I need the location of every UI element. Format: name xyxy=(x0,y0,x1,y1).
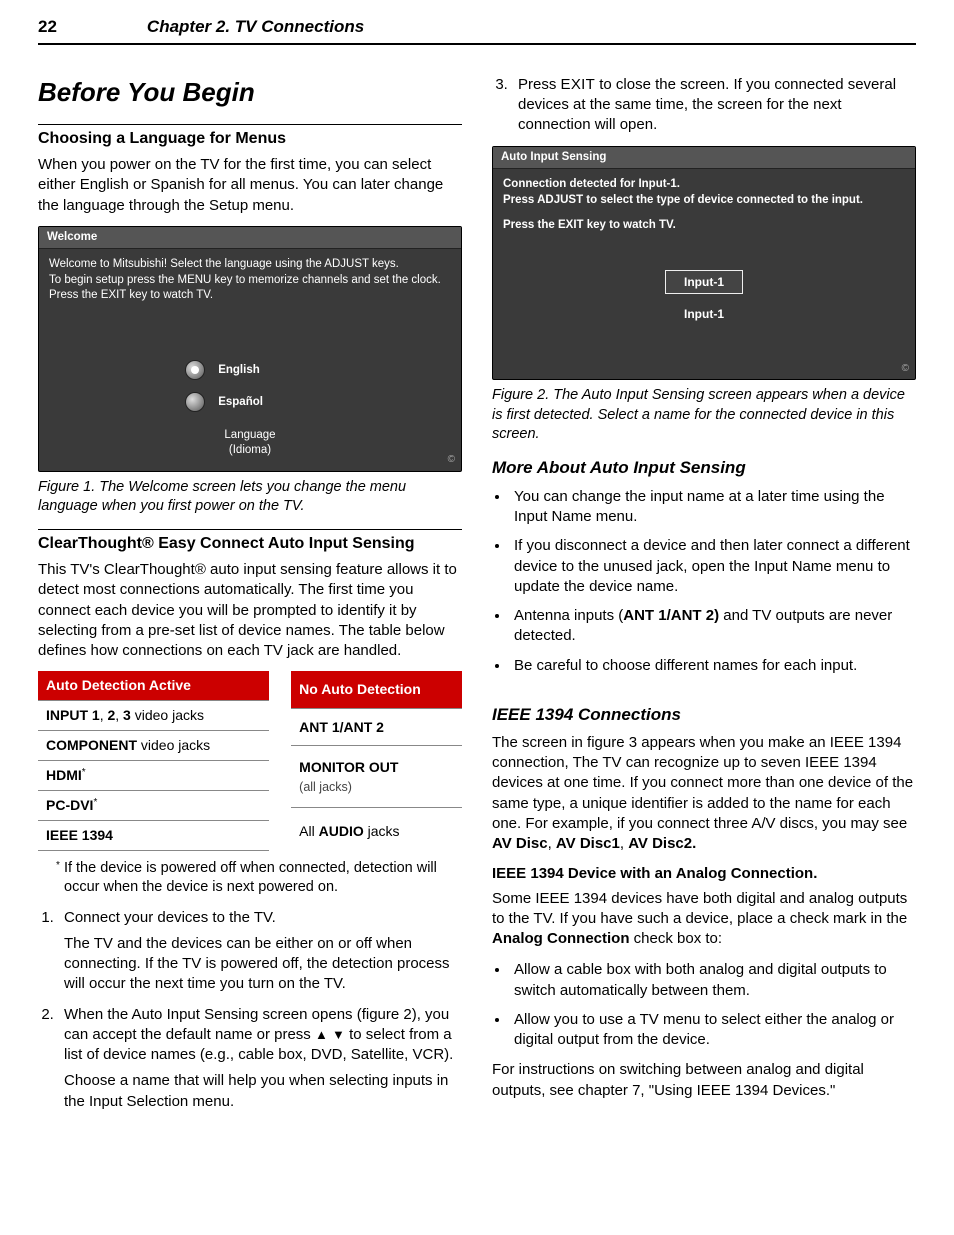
table-auto-detection-active: Auto Detection Active INPUT 1, 2, 3 vide… xyxy=(38,671,269,850)
body-text: This TV's ClearThought® auto input sensi… xyxy=(38,560,462,661)
body-text: The screen in figure 3 appears when you … xyxy=(492,733,916,855)
body-text: Some IEEE 1394 devices have both digital… xyxy=(492,889,916,950)
table-cell: IEEE 1394 xyxy=(38,820,269,850)
right-column: Press EXIT to close the screen. If you c… xyxy=(492,75,916,1122)
input-name-box: Input-1 xyxy=(665,270,743,294)
table-no-auto-detection: No Auto Detection ANT 1/ANT 2 MONITOR OU… xyxy=(291,671,462,850)
table-cell: PC-DVI* xyxy=(38,790,269,820)
table-cell: MONITOR OUT (all jacks) xyxy=(291,746,462,807)
exit-key-label: EXIT xyxy=(561,76,596,93)
body-text: The TV and the devices can be either on … xyxy=(64,934,462,995)
steps-list-continued: Press EXIT to close the screen. If you c… xyxy=(512,75,916,136)
list-item: Antenna inputs (ANT 1/ANT 2) and TV outp… xyxy=(510,605,916,647)
dialog-text: Press ADJUST to select the type of devic… xyxy=(503,193,905,209)
subsection-heading: ClearThought® Easy Connect Auto Input Se… xyxy=(38,529,462,554)
list-item: Connect your devices to the TV. The TV a… xyxy=(58,908,462,995)
footnote-text: * If the device is powered off when conn… xyxy=(38,859,462,898)
table-cell: All AUDIO jacks xyxy=(291,807,462,850)
section-heading: Before You Begin xyxy=(38,75,462,110)
list-item: When the Auto Input Sensing screen opens… xyxy=(58,1005,462,1112)
figure-caption: Figure 2. The Auto Input Sensing screen … xyxy=(492,386,916,445)
language-option-spanish: Español xyxy=(185,392,315,412)
dialog-text: To begin setup press the MENU key to mem… xyxy=(49,273,451,289)
table-cell: HDMI* xyxy=(38,760,269,790)
bullet-list: You can change the input name at a later… xyxy=(510,486,916,676)
chapter-title: Chapter 2. TV Connections xyxy=(147,16,364,39)
detection-tables: Auto Detection Active INPUT 1, 2, 3 vide… xyxy=(38,671,462,850)
option-label: Español xyxy=(218,396,263,408)
subsection-heading: Choosing a Language for Menus xyxy=(38,124,462,149)
dialog-title: Welcome xyxy=(39,227,461,250)
figure-caption: Figure 1. The Welcome screen lets you ch… xyxy=(38,478,462,517)
list-item: Allow a cable box with both analog and d… xyxy=(510,959,916,1001)
dialog-text: Welcome to Mitsubishi! Select the langua… xyxy=(49,257,451,273)
language-option-english: English xyxy=(185,360,315,380)
table-cell: COMPONENT video jacks xyxy=(38,731,269,761)
left-column: Before You Begin Choosing a Language for… xyxy=(38,75,462,1122)
list-item: Allow you to use a TV menu to select eit… xyxy=(510,1009,916,1051)
subsection-heading: IEEE 1394 Connections xyxy=(492,704,916,727)
down-arrow-icon: ▼ xyxy=(332,1027,345,1042)
list-item: If you disconnect a device and then late… xyxy=(510,535,916,597)
dialog-title: Auto Input Sensing xyxy=(493,147,915,170)
figure-2-screenshot: Auto Input Sensing Connection detected f… xyxy=(492,146,916,381)
radio-unselected-icon xyxy=(185,392,205,412)
copyright-icon: © xyxy=(902,362,909,376)
page-header: 22 Chapter 2. TV Connections xyxy=(38,16,916,45)
list-item: You can change the input name at a later… xyxy=(510,486,916,528)
list-item: Press EXIT to close the screen. If you c… xyxy=(512,75,916,136)
table-header: Auto Detection Active xyxy=(38,671,269,700)
table-header: No Auto Detection xyxy=(291,671,462,708)
table-cell: ANT 1/ANT 2 xyxy=(291,708,462,746)
sub-subheading: IEEE 1394 Device with an Analog Connecti… xyxy=(492,864,916,884)
dialog-text: Connection detected for Input-1. xyxy=(503,177,905,193)
up-arrow-icon: ▲ xyxy=(315,1027,328,1042)
caption-text: (Idioma) xyxy=(229,444,271,456)
body-text: When you power on the TV for the first t… xyxy=(38,155,462,216)
table-cell: INPUT 1, 2, 3 video jacks xyxy=(38,701,269,731)
dialog-text: Press the EXIT key to watch TV. xyxy=(49,288,451,304)
steps-list: Connect your devices to the TV. The TV a… xyxy=(58,908,462,1112)
dialog-text: Press the EXIT key to watch TV. xyxy=(503,218,905,234)
list-item: Be careful to choose different names for… xyxy=(510,655,916,676)
caption-text: Language xyxy=(224,429,275,441)
subsection-heading: More About Auto Input Sensing xyxy=(492,457,916,480)
bullet-list: Allow a cable box with both analog and d… xyxy=(510,959,916,1050)
body-text: Choose a name that will help you when se… xyxy=(64,1071,462,1112)
figure-1-screenshot: Welcome Welcome to Mitsubishi! Select th… xyxy=(38,226,462,472)
input-name-text: Input-1 xyxy=(503,306,905,322)
copyright-icon: © xyxy=(448,453,455,467)
body-text: For instructions on switching between an… xyxy=(492,1060,916,1101)
page-number: 22 xyxy=(38,16,57,39)
radio-selected-icon xyxy=(185,360,205,380)
option-label: English xyxy=(218,364,260,376)
